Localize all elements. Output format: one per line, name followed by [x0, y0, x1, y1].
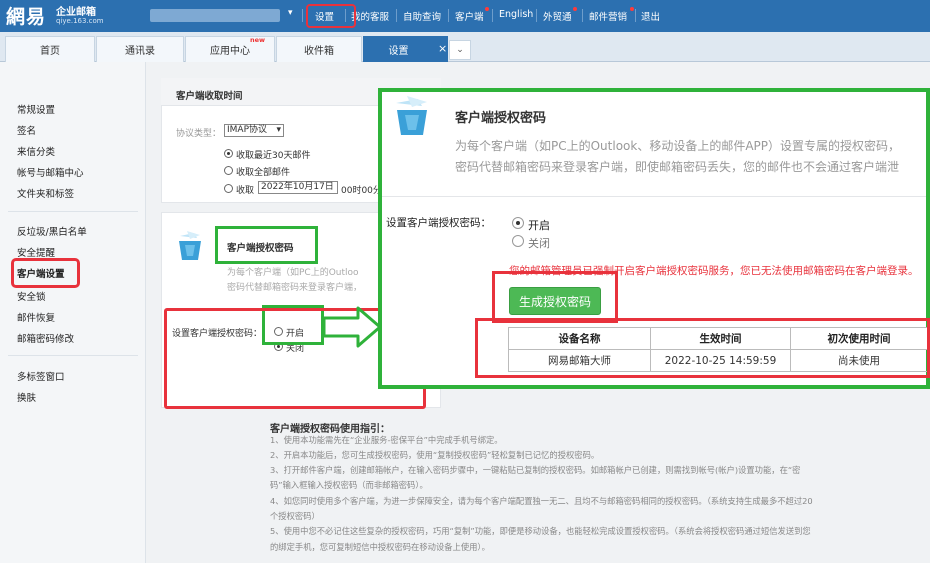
guide-line: 码”输入框输入授权密码（而非邮箱密码）。 [270, 480, 428, 490]
nav-email-marketing[interactable]: 邮件营销 [589, 9, 627, 23]
sidebar-item-account-center[interactable]: 帐号与邮箱中心 [17, 165, 84, 179]
option-label: 开启 [528, 219, 550, 232]
nav-client[interactable]: 客户端 [455, 9, 484, 23]
sidebar-item-security-lock[interactable]: 安全锁 [17, 289, 46, 303]
nav-separator [635, 9, 636, 22]
notification-dot [573, 7, 577, 11]
date-input[interactable]: 2022年10月17日 [258, 181, 338, 194]
recycle-bin-icon [392, 96, 432, 136]
brand-name: 企业邮箱 [56, 7, 96, 18]
new-badge: new [250, 36, 266, 44]
nav-separator [582, 9, 583, 22]
protocol-select[interactable]: IMAP协议 ▾ [224, 124, 284, 137]
sidebar-item-folders[interactable]: 文件夹和标签 [17, 186, 74, 200]
auth-setting-label: 设置客户端授权密码： [386, 217, 491, 229]
sidebar-item-password-change[interactable]: 邮箱密码修改 [17, 331, 74, 345]
chevron-down-icon[interactable]: ⌄ [449, 40, 471, 60]
sidebar-divider [8, 355, 138, 356]
nav-separator [396, 9, 397, 22]
time-suffix: 00时00分 [341, 186, 382, 196]
nav-separator [492, 9, 493, 22]
sidebar-item-general[interactable]: 常规设置 [17, 102, 55, 116]
notification-dot [630, 7, 634, 11]
option-label: 收取 [236, 186, 255, 196]
guide-title: 客户端授权密码使用指引： [270, 424, 390, 435]
card-description: 密码代替邮箱密码来登录客户端， [227, 283, 363, 293]
protocol-value: IMAP协议 [227, 125, 268, 135]
nav-separator [448, 9, 449, 22]
option-label: 收取最近30天邮件 [236, 151, 311, 161]
nav-separator [536, 9, 537, 22]
tab-inbox[interactable]: 收件箱 [276, 36, 362, 62]
card-title: 客户端收取时间 [176, 91, 243, 102]
highlight-settings [306, 4, 356, 28]
highlight-client-settings [11, 258, 80, 288]
tab-settings[interactable]: 设置 [363, 36, 448, 62]
sidebar-item-multi-tab[interactable]: 多标签窗口 [17, 369, 65, 383]
highlight-auth-title [215, 226, 318, 264]
guide-line: 的绑定手机，您可复制短信中授权密码在移动设备上使用）。 [270, 542, 490, 552]
sidebar-item-signature[interactable]: 签名 [17, 123, 36, 137]
tab-contacts[interactable]: 通讯录 [96, 36, 184, 62]
protocol-label: 协议类型： [176, 129, 222, 139]
guide-line: 4、如您同时使用多个客户端，为进一步保障安全，请为每个客户端配置独一无二、且均不… [270, 496, 813, 506]
nav-foreign-trade[interactable]: 外贸通 [543, 9, 572, 23]
brand-logo: 網易 [6, 6, 47, 28]
radio-recent-30-days[interactable] [224, 149, 233, 158]
card-description: 为每个客户端（如PC上的Outloo [227, 268, 359, 278]
guide-line: 2、开启本功能后，您可生成授权密码，使用“复制授权密码”轻松复制已记忆的授权密码… [270, 450, 600, 460]
highlight-generate-button [492, 271, 618, 323]
guide-line: 5、使用中您不必记住这些复杂的授权密码，巧用“复制”功能，即便是移动设备，也能轻… [270, 526, 811, 536]
option-label: 收取全部邮件 [236, 168, 291, 178]
close-icon[interactable]: × [438, 42, 447, 55]
sidebar-divider [8, 211, 138, 212]
tab-home[interactable]: 首页 [5, 36, 95, 62]
panel-title: 客户端授权密码 [455, 111, 547, 126]
brand-domain: qiye.163.com [56, 17, 104, 25]
panel-description: 密码代替邮箱密码来登录客户端，即使邮箱密码丢失，您的邮件也不会通过客户端泄 [455, 160, 900, 174]
chevron-down-icon: ▾ [276, 125, 281, 135]
option-label: 关闭 [528, 237, 550, 250]
sidebar-item-security-alert[interactable]: 安全提醒 [17, 245, 55, 259]
nav-self-query[interactable]: 自助查询 [403, 9, 441, 23]
nav-my-service[interactable]: 我的客服 [351, 9, 389, 23]
nav-english[interactable]: English [499, 9, 533, 20]
radio-from-date[interactable] [224, 184, 233, 193]
highlight-device-table [475, 318, 930, 378]
guide-line: 3、打开邮件客户端，创建邮箱帐户，在输入密码步骤中，一键粘贴已复制的授权密码。如… [270, 465, 801, 475]
arrow-right-icon [322, 306, 382, 348]
account-name-blurred[interactable] [150, 9, 280, 22]
recycle-bin-icon [176, 231, 204, 261]
sidebar-item-mail-filter[interactable]: 来信分类 [17, 144, 55, 158]
notification-dot [485, 7, 489, 11]
sidebar-item-mail-recovery[interactable]: 邮件恢复 [17, 310, 55, 324]
sidebar-item-antispam[interactable]: 反垃圾/黑白名单 [17, 224, 87, 238]
radio-all-mail[interactable] [224, 166, 233, 175]
nav-logout[interactable]: 退出 [641, 9, 660, 23]
sidebar-item-skin[interactable]: 换肤 [17, 390, 36, 404]
chevron-down-icon[interactable]: ▾ [288, 8, 293, 18]
divider [382, 196, 926, 197]
radio-enable[interactable] [512, 217, 524, 229]
radio-disable[interactable] [512, 235, 524, 247]
guide-line: 1、使用本功能需先在“企业服务-密保平台”中完成手机号绑定。 [270, 435, 503, 445]
nav-separator [302, 9, 303, 22]
guide-line: 个授权密码） [270, 511, 320, 521]
panel-description: 为每个客户端（如PC上的Outlook、移动设备上的邮件APP）设置专属的授权密… [455, 139, 901, 153]
